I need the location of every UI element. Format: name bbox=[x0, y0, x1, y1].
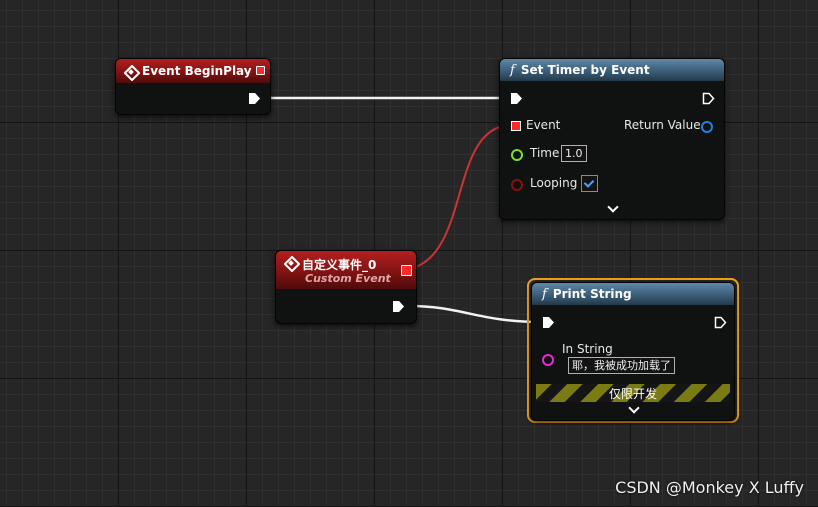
exec-input-pin[interactable] bbox=[542, 316, 555, 329]
time-pin[interactable] bbox=[511, 149, 523, 161]
expand-chevron-icon[interactable] bbox=[628, 402, 640, 414]
watermark: CSDN @Monkey X Luffy bbox=[615, 478, 804, 497]
event-icon bbox=[284, 256, 297, 269]
in-string-label: In String bbox=[562, 342, 613, 356]
exec-input-pin[interactable] bbox=[510, 92, 523, 105]
set-timer-header[interactable]: f Set Timer by Event bbox=[500, 59, 724, 81]
function-icon: f bbox=[510, 62, 515, 78]
custom-event-node[interactable]: 自定义事件_0 Custom Event bbox=[275, 250, 417, 324]
in-string-pin[interactable] bbox=[542, 354, 554, 366]
event-pin-label: Event bbox=[526, 118, 561, 132]
set-timer-title: Set Timer by Event bbox=[520, 63, 650, 77]
print-string-node[interactable]: f Print String In String 耶，我被成功加载了 仅限开发 bbox=[531, 282, 735, 421]
custom-event-title: 自定义事件_0 bbox=[302, 258, 377, 272]
function-icon: f bbox=[542, 286, 547, 302]
event-delegate-pin[interactable] bbox=[511, 121, 521, 131]
in-string-value-input[interactable]: 耶，我被成功加载了 bbox=[568, 357, 675, 374]
event-icon bbox=[124, 65, 137, 78]
looping-pin[interactable] bbox=[511, 179, 523, 191]
set-timer-by-event-node[interactable]: f Set Timer by Event Event Return Value … bbox=[499, 58, 725, 220]
looping-pin-label: Looping bbox=[530, 176, 578, 190]
event-beginplay-header[interactable]: Event BeginPlay bbox=[116, 59, 270, 83]
event-beginplay-title: Event BeginPlay bbox=[142, 64, 252, 78]
exec-output-pin[interactable] bbox=[248, 92, 261, 105]
return-value-pin[interactable] bbox=[701, 121, 713, 133]
custom-event-header[interactable]: 自定义事件_0 Custom Event bbox=[276, 251, 416, 289]
print-string-header[interactable]: f Print String bbox=[532, 283, 734, 305]
delegate-output-pin[interactable] bbox=[256, 66, 265, 75]
event-beginplay-node[interactable]: Event BeginPlay bbox=[115, 58, 271, 115]
custom-event-subtitle: Custom Event bbox=[305, 272, 391, 285]
print-string-title: Print String bbox=[552, 287, 632, 301]
exec-output-pin[interactable] bbox=[702, 92, 715, 105]
exec-output-pin[interactable] bbox=[392, 300, 405, 313]
exec-output-pin[interactable] bbox=[714, 316, 727, 329]
delegate-output-pin[interactable] bbox=[401, 265, 412, 276]
expand-chevron-icon[interactable] bbox=[607, 201, 619, 213]
development-only-label: 仅限开发 bbox=[609, 387, 658, 401]
return-value-label: Return Value bbox=[624, 118, 701, 132]
time-value-input[interactable]: 1.0 bbox=[561, 145, 587, 162]
time-pin-label: Time bbox=[530, 146, 560, 160]
looping-checkbox[interactable] bbox=[581, 175, 598, 192]
